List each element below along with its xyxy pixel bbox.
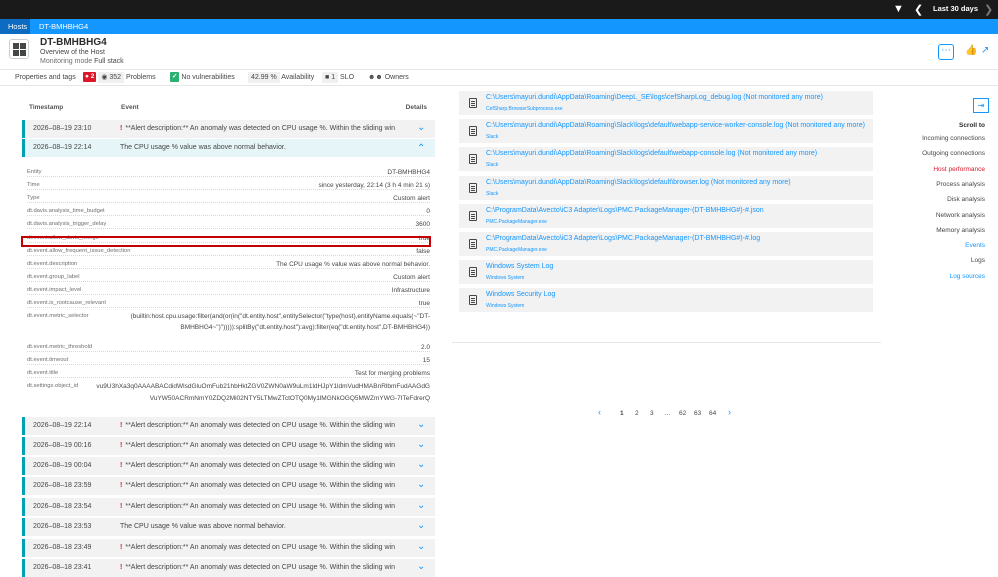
document-icon (469, 267, 477, 277)
page-2[interactable]: 2 (635, 410, 639, 417)
breadcrumb: Hosts DT-BMHBHG4 (0, 19, 998, 34)
share-icon[interactable]: ↗ (981, 45, 989, 56)
document-icon (469, 154, 477, 164)
shield-icon: ✓ (170, 72, 180, 83)
document-icon (469, 239, 477, 249)
nav-process-analysis[interactable]: Process analysis (936, 181, 985, 188)
event-row-expanded[interactable]: 2026–08–19 22:14 The CPU usage % value w… (22, 139, 435, 157)
top-bar: ▼ ❮ Last 30 days ❯ (0, 0, 998, 19)
chevron-right-icon[interactable]: › (728, 407, 731, 417)
chevron-up-icon[interactable]: ⌃ (417, 143, 425, 154)
event-row[interactable]: 2026–08–18 23:41 ! **Alert description:**… (22, 559, 435, 577)
owners-tab[interactable]: ☻☻ Owners (368, 72, 409, 84)
event-row[interactable]: 2026–08–19 00:16 ! **Alert description:**… (22, 437, 435, 455)
page-64[interactable]: 64 (709, 410, 716, 417)
logs-panel: C:\Users\mayuri.dundi\AppData\Roaming\De… (452, 86, 881, 417)
events-panel: Timestamp Event Details 2026–08–19 23:10… (14, 86, 442, 577)
log-row[interactable]: C:\Users\mayuri.dundi\AppData\Roaming\Sl… (459, 176, 873, 200)
document-icon (469, 295, 477, 305)
nav-memory-analysis[interactable]: Memory analysis (936, 227, 985, 234)
event-row[interactable]: 2026–08–19 00:04 ! **Alert description:**… (22, 457, 435, 475)
page-62[interactable]: 62 (679, 410, 686, 417)
event-row[interactable]: 2026–08–19 23:10 ! **Alert description:**… (22, 120, 435, 138)
chevron-down-icon[interactable]: ⌄ (417, 439, 425, 450)
event-details: Entity DT-BMHBHG4 Time since yesterday, 22… (27, 169, 430, 402)
log-row[interactable]: C:\ProgramData\Avecto\iC3 Adapter\Logs\P… (459, 232, 873, 256)
event-row[interactable]: 2026–08–18 23:59 ! **Alert description:**… (22, 477, 435, 495)
page-1[interactable]: 1 (620, 410, 624, 417)
info-bar: Properties and tags ● 2 ◉ 352 Problems ✓… (0, 70, 998, 86)
log-row[interactable]: Windows Security Log Windows System (459, 288, 873, 312)
page-63[interactable]: 63 (694, 410, 701, 417)
windows-icon (9, 39, 29, 59)
nav-incoming-connections[interactable]: Incoming connections (922, 135, 985, 142)
chevron-down-icon[interactable]: ⌄ (417, 500, 425, 511)
filter-icon[interactable]: ▼ (893, 3, 904, 15)
chevron-left-icon[interactable]: ❮ (914, 3, 923, 16)
log-row[interactable]: C:\Users\mayuri.dundi\AppData\Roaming\Sl… (459, 147, 873, 171)
slo-badge: ■ 1 (322, 72, 339, 83)
log-row[interactable]: C:\Users\mayuri.dundi\AppData\Roaming\Sl… (459, 119, 873, 143)
breadcrumb-hosts[interactable]: Hosts (0, 19, 30, 34)
nav-disk-analysis[interactable]: Disk analysis (947, 196, 985, 203)
event-row[interactable]: 2026–08–18 23:49 ! **Alert description:**… (22, 539, 435, 557)
chevron-left-icon[interactable]: ‹ (598, 407, 601, 417)
collapse-panel-icon[interactable]: ⇥ (973, 98, 989, 113)
highlight-box (21, 236, 431, 247)
document-icon (469, 126, 477, 136)
nav-network-analysis[interactable]: Network analysis (936, 212, 985, 219)
document-icon (469, 211, 477, 221)
page-3[interactable]: 3 (650, 410, 654, 417)
slo-tab[interactable]: ■ 1 SLO (322, 72, 354, 84)
nav-host-performance[interactable]: Host performance (933, 166, 985, 173)
page-title: DT-BMHBHG4 (40, 37, 107, 48)
document-icon (469, 183, 477, 193)
timeframe-selector[interactable]: Last 30 days (933, 4, 978, 13)
scroll-to-title: Scroll to (958, 122, 985, 129)
chevron-down-icon[interactable]: ⌄ (417, 459, 425, 470)
chevron-down-icon[interactable]: ⌄ (417, 561, 425, 572)
thumbs-up-icon[interactable]: 👍 (965, 45, 977, 56)
log-row[interactable]: C:\Users\mayuri.dundi\AppData\Roaming\De… (459, 91, 873, 115)
breadcrumb-current: DT-BMHBHG4 (39, 22, 89, 31)
document-icon (469, 98, 477, 108)
event-row[interactable]: 2026–08–18 23:53 The CPU usage % value w… (22, 518, 435, 536)
chevron-down-icon[interactable]: ⌄ (417, 541, 425, 552)
people-icon: ☻☻ (368, 74, 383, 81)
log-row[interactable]: Windows System Log Windows System (459, 260, 873, 284)
availability-tab[interactable]: 42.99 % Availability (248, 72, 314, 84)
chevron-down-icon[interactable]: ⌄ (417, 419, 425, 430)
vulnerabilities-tab[interactable]: ✓ No vulnerabilities (170, 72, 235, 84)
chevron-down-icon[interactable]: ⌄ (417, 122, 425, 133)
nav-logs[interactable]: Logs (971, 257, 985, 264)
page-ellipsis: … (664, 410, 671, 417)
log-row[interactable]: C:\ProgramData\Avecto\iC3 Adapter\Logs\P… (459, 204, 873, 228)
page-subtitle: Overview of the Host (40, 49, 105, 56)
event-row[interactable]: 2026–08–19 22:14 ! **Alert description:**… (22, 417, 435, 435)
chevron-right-icon[interactable]: ❯ (984, 3, 993, 16)
nav-outgoing-connections[interactable]: Outgoing connections (922, 150, 985, 157)
host-header: DT-BMHBHG4 Overview of the Host Monitori… (0, 34, 998, 70)
event-row[interactable]: 2026–08–18 23:54 ! **Alert description:**… (22, 498, 435, 516)
monitoring-mode: Monitoring mode Full stack (40, 58, 124, 65)
more-button[interactable]: ⋯ (938, 44, 954, 60)
problems-tab[interactable]: ● 2 ◉ 352 Problems (83, 72, 156, 84)
nav-events[interactable]: Events (965, 242, 985, 249)
properties-tab[interactable]: Properties and tags (15, 72, 76, 84)
problems-total: ◉ 352 (98, 72, 125, 83)
chevron-down-icon[interactable]: ⌄ (417, 479, 425, 490)
nav-log-sources[interactable]: Log sources (950, 273, 985, 280)
chevron-down-icon[interactable]: ⌄ (417, 520, 425, 531)
problems-badge: ● 2 (83, 72, 97, 83)
